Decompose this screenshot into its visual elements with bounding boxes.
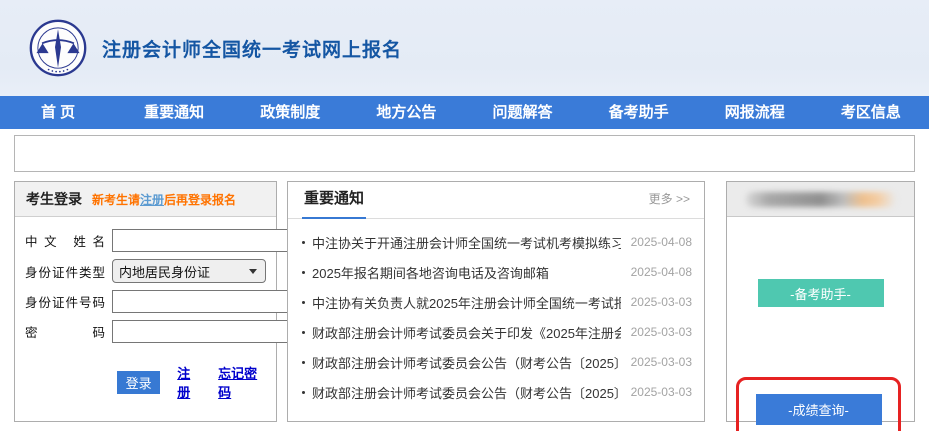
notice-item[interactable]: 中注协关于开通注册会计师全国统一考试机考模拟练习网站的公... 2025-04-…	[302, 227, 692, 257]
bullet-icon	[302, 301, 305, 304]
score-query-button[interactable]: -成绩查询-	[756, 394, 882, 425]
redacted-blur-image	[746, 192, 896, 207]
id-number-label: 身份证件号码	[25, 292, 105, 311]
login-button[interactable]: 登录	[117, 371, 160, 394]
id-number-input[interactable]	[112, 290, 298, 313]
notice-item[interactable]: 中注协有关负责人就2025年注册会计师全国统一考试报名相... 2025-03-…	[302, 287, 692, 317]
bullet-icon	[302, 241, 305, 244]
id-type-select[interactable]: 内地居民身份证	[112, 259, 266, 283]
nav-item-faq[interactable]: 问题解答	[465, 96, 581, 129]
password-input[interactable]	[112, 320, 298, 343]
announcement-banner	[14, 135, 915, 172]
important-notices-panel: 重要通知 更多 >> 中注协关于开通注册会计师全国统一考试机考模拟练习网站的公.…	[287, 181, 705, 422]
exam-prep-button[interactable]: -备考助手-	[758, 279, 884, 307]
register-link[interactable]: 注册	[177, 363, 201, 401]
notices-list: 中注协关于开通注册会计师全国统一考试机考模拟练习网站的公... 2025-04-…	[288, 219, 704, 407]
nav-item-local-announcements[interactable]: 地方公告	[348, 96, 464, 129]
bullet-icon	[302, 361, 305, 364]
side-panel-header	[727, 182, 914, 217]
nav-item-home[interactable]: 首 页	[0, 96, 116, 129]
site-header: 注册会计师全国统一考试网上报名	[0, 0, 929, 96]
quick-links-panel: -备考助手- -成绩查询-	[726, 181, 915, 422]
notices-title: 重要通知	[302, 179, 366, 219]
bullet-icon	[302, 331, 305, 334]
page-title: 注册会计师全国统一考试网上报名	[102, 35, 402, 62]
nav-item-exam-area-info[interactable]: 考区信息	[813, 96, 929, 129]
red-highlight-box: -成绩查询-	[736, 377, 901, 431]
password-label: 密 码	[25, 322, 105, 341]
side-panel-body: -备考助手- -成绩查询-	[727, 279, 914, 431]
notice-item[interactable]: 财政部注册会计师考试委员会公告（财考公告〔2025〕1号... 2025-03-…	[302, 347, 692, 377]
login-actions: 登录 注册 忘记密码	[117, 363, 266, 401]
id-type-label: 身份证件类型	[25, 262, 105, 281]
chevron-down-icon	[249, 269, 257, 274]
nav-item-policies[interactable]: 政策制度	[232, 96, 348, 129]
notices-header: 重要通知 更多 >>	[288, 182, 704, 219]
nav-item-exam-prep[interactable]: 备考助手	[581, 96, 697, 129]
notice-item[interactable]: 财政部注册会计师考试委员会关于印发《2025年注册会计师... 2025-03-…	[302, 317, 692, 347]
notice-item[interactable]: 财政部注册会计师考试委员会公告（财考公告〔2025〕2号... 2025-03-…	[302, 377, 692, 407]
login-title: 考生登录	[26, 189, 82, 209]
candidate-login-panel: 考生登录 新考生请注册后再登录报名 中文 姓名 身份证件类型 内地居民身份证 身…	[14, 181, 277, 422]
login-form: 中文 姓名 身份证件类型 内地居民身份证 身份证件号码 密 码 登录 注册	[15, 217, 276, 401]
cicpa-logo-icon	[28, 18, 88, 78]
login-panel-header: 考生登录 新考生请注册后再登录报名	[15, 182, 276, 217]
chinese-name-input[interactable]	[112, 229, 298, 252]
notice-item[interactable]: 2025年报名期间各地咨询电话及咨询邮箱 2025-04-08	[302, 257, 692, 287]
register-inline-link[interactable]: 注册	[140, 193, 164, 207]
main-nav: 首 页 重要通知 政策制度 地方公告 问题解答 备考助手 网报流程 考区信息	[0, 96, 929, 129]
nav-item-important-notices[interactable]: 重要通知	[116, 96, 232, 129]
new-candidate-tip: 新考生请注册后再登录报名	[92, 191, 236, 208]
chinese-name-label: 中文 姓名	[25, 231, 105, 250]
cpa-registration-page: 注册会计师全国统一考试网上报名 首 页 重要通知 政策制度 地方公告 问题解答 …	[0, 0, 929, 431]
more-link[interactable]: 更多 >>	[649, 190, 690, 218]
forgot-password-link[interactable]: 忘记密码	[218, 363, 266, 401]
bullet-icon	[302, 271, 305, 274]
bullet-icon	[302, 391, 305, 394]
nav-item-registration-process[interactable]: 网报流程	[697, 96, 813, 129]
